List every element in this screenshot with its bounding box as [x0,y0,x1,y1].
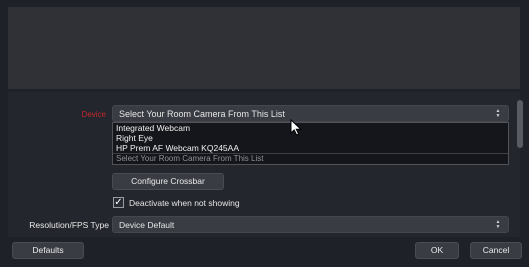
resolution-fps-select[interactable]: Device Default ▲ ▼ [112,216,509,233]
deactivate-checkbox-row[interactable]: ✓ Deactivate when not showing [113,197,240,208]
defaults-button[interactable]: Defaults [12,242,84,259]
cancel-button[interactable]: Cancel [470,242,522,259]
source-preview [8,7,520,89]
deactivate-label: Deactivate when not showing [129,197,240,208]
deactivate-checkbox[interactable]: ✓ [113,197,124,208]
device-select-value: Select Your Room Camera From This List [119,108,285,119]
configure-crossbar-button[interactable]: Configure Crossbar [112,173,224,190]
device-option[interactable]: Select Your Room Camera From This List [113,153,508,164]
device-select[interactable]: Select Your Room Camera From This List ▲… [112,105,509,122]
updown-arrows-icon: ▲ ▼ [495,218,501,230]
check-icon: ✓ [114,196,123,208]
device-option[interactable]: Right Eye [113,133,508,143]
mouse-pointer-icon [290,119,303,136]
device-dropdown-list: Integrated Webcam Right Eye HP Prem AF W… [112,122,509,165]
device-label: Device [81,110,106,119]
updown-arrows-icon: ▲ ▼ [495,107,501,119]
scrollbar-thumb[interactable] [517,100,523,148]
resolution-fps-label: Resolution/FPS Type [29,220,109,230]
device-option[interactable]: Integrated Webcam [113,123,508,133]
resolution-fps-value: Device Default [119,219,175,230]
device-option[interactable]: HP Prem AF Webcam KQ245AA [113,143,508,153]
properties-scrollbar[interactable] [516,97,524,237]
ok-button[interactable]: OK [415,242,459,259]
